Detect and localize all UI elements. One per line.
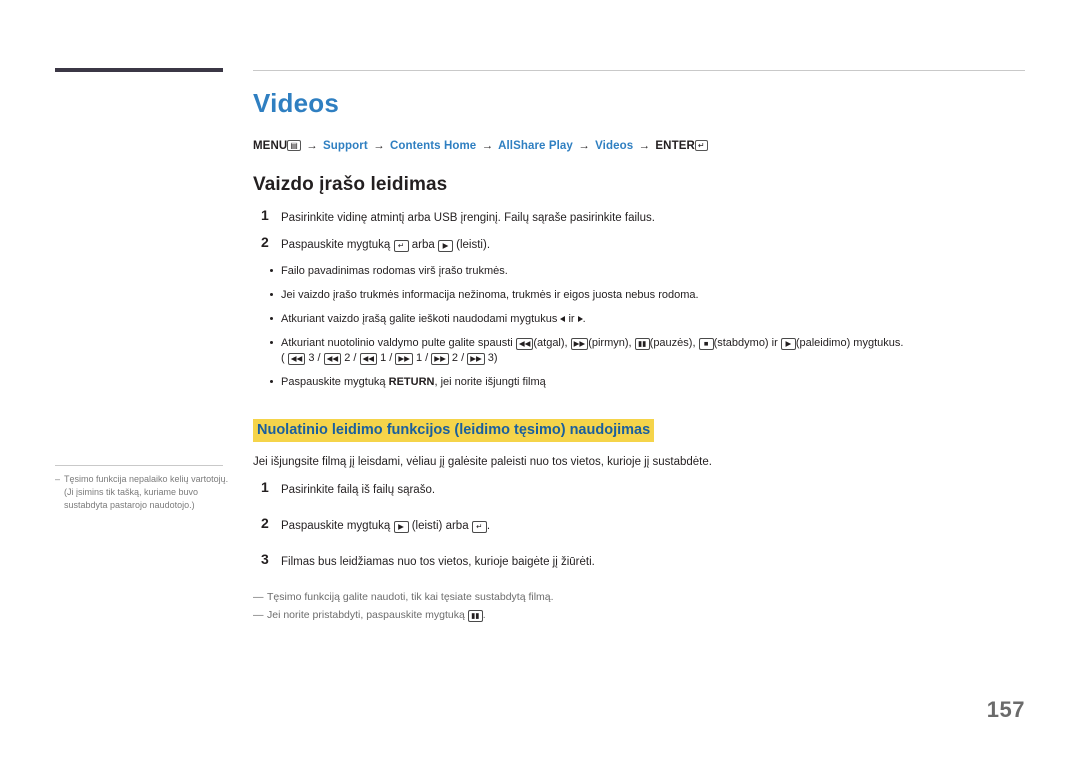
bullet-dot-icon bbox=[270, 380, 273, 383]
section2-intro: Jei išjungsite filmą jį leisdami, vėliau… bbox=[253, 456, 712, 468]
step-number: 1 bbox=[261, 479, 269, 495]
step-text-before: Paspauskite mygtuką bbox=[281, 239, 391, 251]
step-text-after: (leisti). bbox=[456, 239, 491, 251]
menu-path-arrow-1: → bbox=[306, 140, 318, 152]
content-top-rule bbox=[253, 70, 1025, 71]
list-item: 2 Paspauskite mygtuką ↵ arba ▶ (leisti). bbox=[253, 234, 1033, 253]
step-text-before: Paspauskite mygtuką bbox=[281, 520, 391, 532]
play-icon: ▶ bbox=[437, 240, 453, 252]
step-number: 2 bbox=[261, 515, 269, 531]
menu-label: MENU bbox=[253, 140, 288, 152]
note-dash-icon: – bbox=[55, 474, 61, 484]
menu-path-arrow-4: → bbox=[578, 140, 590, 152]
sidebar-note-text: Tęsimo funkcija nepalaiko kelių vartotoj… bbox=[64, 474, 229, 510]
fast-forward-icon: ▶▶ bbox=[395, 353, 413, 365]
note-item: ― Jei norite pristabdyti, paspauskite my… bbox=[253, 608, 1033, 623]
list-item: Failo pavadinimas rodomas virš įrašo tru… bbox=[253, 264, 1033, 279]
stop-icon: ■ bbox=[698, 338, 714, 350]
menu-path-item-contents-home[interactable]: Contents Home bbox=[390, 140, 476, 152]
enter-label: ENTER bbox=[655, 140, 695, 152]
step-number: 2 bbox=[261, 234, 269, 250]
section1-steps: 1 Pasirinkite vidinę atmintį arba USB įr… bbox=[253, 207, 1033, 253]
bullet-dot-icon bbox=[270, 341, 273, 344]
fast-forward-icon: ▶▶ bbox=[467, 353, 485, 365]
list-item: Paspauskite mygtuką RETURN, jei norite i… bbox=[253, 375, 1033, 390]
bullet-dot-icon bbox=[270, 269, 273, 272]
list-item: Atkuriant nuotolinio valdymo pulte galit… bbox=[253, 336, 1033, 366]
list-item: Jei vaizdo įrašo trukmės informacija než… bbox=[253, 288, 1033, 303]
menu-path-item-videos[interactable]: Videos bbox=[595, 140, 633, 152]
bullet-dot-icon bbox=[270, 317, 273, 320]
menu-path-arrow-3: → bbox=[481, 140, 494, 152]
pause-icon: ▮▮ bbox=[467, 610, 483, 622]
sidebar-top-rule bbox=[55, 68, 223, 72]
play-icon: ▶ bbox=[780, 338, 796, 350]
section1-bullets: Failo pavadinimas rodomas virš įrašo tru… bbox=[253, 264, 1033, 390]
enter-key-icon: ↵ bbox=[471, 521, 487, 533]
list-item: 2 Paspauskite mygtuką ▶ (leisti) arba ↵. bbox=[253, 515, 1033, 534]
step-text: Pasirinkite vidinę atmintį arba USB įren… bbox=[281, 212, 655, 224]
sidebar-note-rule bbox=[55, 465, 223, 466]
menu-path-arrow-5: → bbox=[638, 140, 651, 152]
step-text-mid: (leisti) arba bbox=[411, 520, 469, 532]
fast-forward-icon: ▶▶ bbox=[431, 353, 449, 365]
list-item: Atkuriant vaizdo įrašą galite ieškoti na… bbox=[253, 312, 1033, 327]
pause-icon: ▮▮ bbox=[634, 338, 650, 350]
note-dash-icon: ― bbox=[253, 609, 264, 621]
page-number: 157 bbox=[986, 697, 1025, 722]
note-dash-icon: ― bbox=[253, 591, 264, 603]
list-item: 3 Filmas bus leidžiamas nuo tos vietos, … bbox=[253, 551, 1033, 570]
section2-notes: ― Tęsimo funkciją galite naudoti, tik ka… bbox=[253, 590, 1033, 623]
menu-path: MENU ▤ → Support → Contents Home → AllSha… bbox=[253, 140, 1033, 152]
section2-heading: Nuolatinio leidimo funkcijos (leidimo tę… bbox=[253, 419, 655, 442]
rewind-icon: ◀◀ bbox=[287, 353, 306, 365]
fast-forward-icon: ▶▶ bbox=[570, 338, 589, 350]
list-item: 1 Pasirinkite failą iš failų sąrašo. bbox=[253, 479, 1033, 498]
note-text: Tęsimo funkciją galite naudoti, tik kai … bbox=[267, 591, 554, 603]
sidebar-note: – Tęsimo funkcija nepalaiko kelių vartot… bbox=[55, 473, 239, 512]
rewind-icon: ◀◀ bbox=[515, 338, 534, 350]
menu-icon: ▤ bbox=[287, 140, 301, 151]
section2-steps: 1 Pasirinkite failą iš failų sąrašo. 2 P… bbox=[253, 479, 1033, 570]
main-content: Videos MENU ▤ → Support → Contents Home →… bbox=[253, 88, 1033, 626]
bullet-dot-icon bbox=[270, 293, 273, 296]
forward-arrow-icon bbox=[577, 316, 583, 322]
enter-key-icon: ↵ bbox=[694, 140, 708, 151]
rewind-arrow-icon bbox=[560, 316, 566, 322]
note-text: Jei norite pristabdyti, paspauskite mygt… bbox=[267, 609, 486, 622]
page-title: Videos bbox=[253, 88, 339, 118]
list-item: 1 Pasirinkite vidinę atmintį arba USB įr… bbox=[253, 207, 1033, 226]
bullet-text: Atkuriant vaizdo įrašą galite ieškoti na… bbox=[281, 313, 586, 325]
bullet-text: Failo pavadinimas rodomas virš įrašo tru… bbox=[281, 265, 508, 277]
bullet-text: Jei vaizdo įrašo trukmės informacija než… bbox=[281, 289, 699, 301]
document-page: Videos MENU ▤ → Support → Contents Home →… bbox=[0, 0, 1080, 763]
rewind-icon: ◀◀ bbox=[359, 353, 378, 365]
enter-key-icon: ↵ bbox=[393, 240, 409, 252]
rewind-icon: ◀◀ bbox=[323, 353, 342, 365]
play-icon: ▶ bbox=[393, 521, 409, 533]
bullet-text: Atkuriant nuotolinio valdymo pulte galit… bbox=[281, 337, 904, 365]
note-item: ― Tęsimo funkciją galite naudoti, tik ka… bbox=[253, 590, 1033, 605]
step-number: 1 bbox=[261, 207, 269, 223]
menu-path-item-allshare-play[interactable]: AllShare Play bbox=[498, 140, 573, 152]
step-number: 3 bbox=[261, 551, 269, 567]
step-text: Pasirinkite failą iš failų sąrašo. bbox=[281, 484, 436, 496]
section1-heading: Vaizdo įrašo leidimas bbox=[253, 174, 448, 195]
menu-path-arrow-2: → bbox=[373, 140, 385, 152]
step-text: Filmas bus leidžiamas nuo tos vietos, ku… bbox=[281, 556, 595, 568]
step-text-after: . bbox=[486, 520, 491, 532]
menu-path-item-support[interactable]: Support bbox=[323, 140, 368, 152]
bullet-text: Paspauskite mygtuką RETURN, jei norite i… bbox=[281, 376, 546, 388]
step-text-mid: arba bbox=[411, 239, 435, 251]
section2-heading-wrap: Nuolatinio leidimo funkcijos (leidimo tę… bbox=[253, 399, 1033, 442]
